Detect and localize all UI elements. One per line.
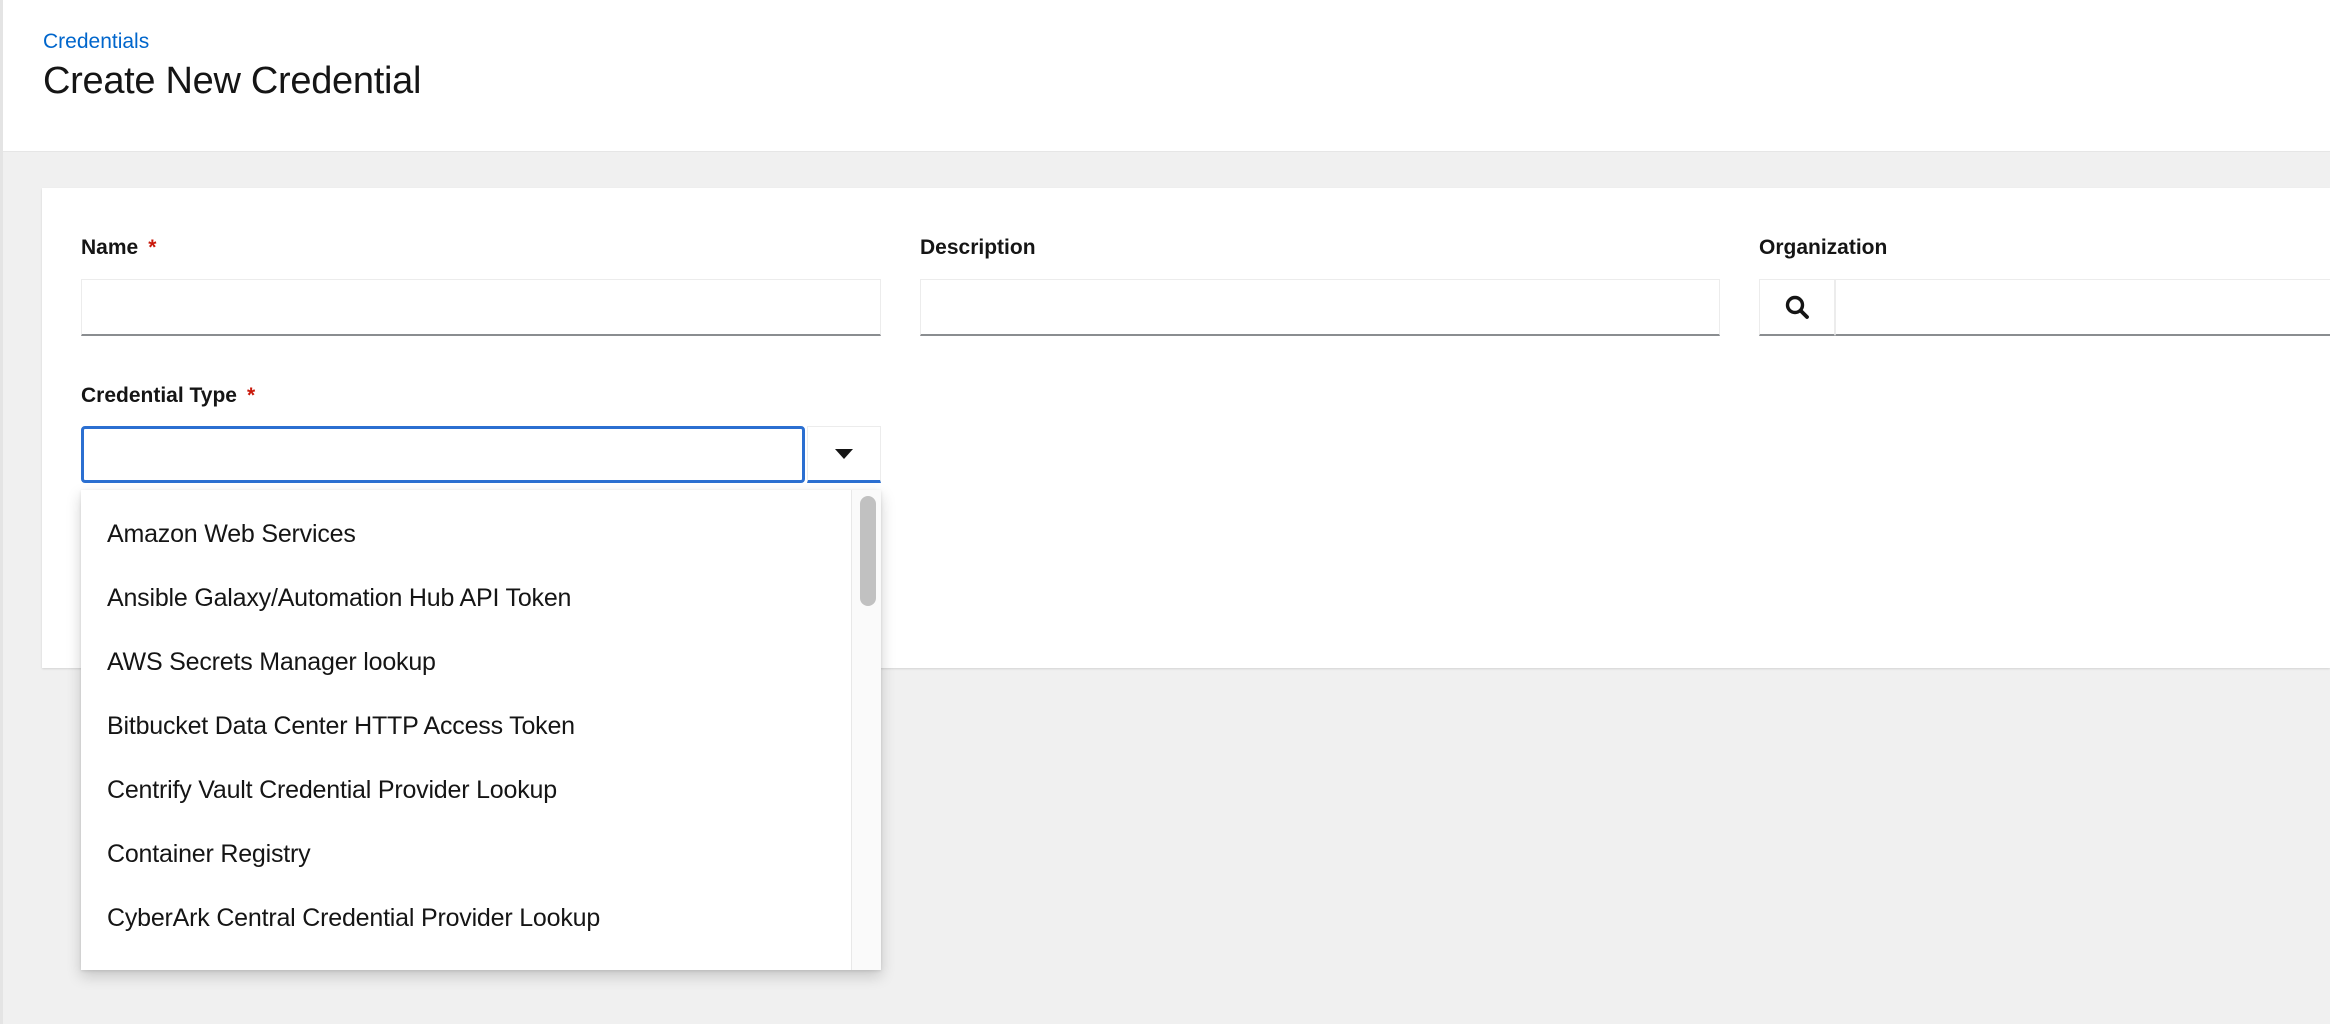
credential-type-label: Credential Type *	[81, 384, 255, 408]
required-asterisk: *	[148, 236, 157, 259]
option-amazon-web-services[interactable]: Amazon Web Services	[81, 502, 851, 566]
credential-type-toggle-button[interactable]	[807, 426, 881, 483]
option-centrify-vault[interactable]: Centrify Vault Credential Provider Looku…	[81, 758, 851, 822]
option-bitbucket-token[interactable]: Bitbucket Data Center HTTP Access Token	[81, 694, 851, 758]
credential-type-options: Amazon Web Services Ansible Galaxy/Autom…	[81, 490, 851, 950]
page-title: Create New Credential	[43, 60, 422, 102]
breadcrumb-credentials[interactable]: Credentials	[43, 30, 149, 54]
page-header: Credentials Create New Credential	[3, 0, 2330, 152]
organization-search-button[interactable]	[1759, 279, 1835, 336]
option-cyberark-central[interactable]: CyberArk Central Credential Provider Loo…	[81, 886, 851, 950]
menu-scrollbar[interactable]	[851, 490, 881, 970]
description-label: Description	[920, 236, 1036, 260]
organization-label-text: Organization	[1759, 236, 1888, 259]
name-input[interactable]	[81, 279, 881, 336]
option-aws-secrets-manager[interactable]: AWS Secrets Manager lookup	[81, 630, 851, 694]
credential-type-label-text: Credential Type	[81, 384, 237, 407]
required-asterisk: *	[246, 384, 256, 407]
credential-type-typeahead-input[interactable]	[81, 426, 805, 483]
option-container-registry[interactable]: Container Registry	[81, 822, 851, 886]
name-label-text: Name	[81, 236, 139, 259]
search-icon	[1785, 295, 1809, 319]
organization-label: Organization	[1759, 236, 1887, 260]
option-ansible-galaxy-token[interactable]: Ansible Galaxy/Automation Hub API Token	[81, 566, 851, 630]
organization-input[interactable]	[1835, 279, 2330, 336]
description-label-text: Description	[920, 236, 1036, 259]
caret-down-icon	[835, 448, 853, 459]
name-label: Name *	[81, 236, 156, 260]
description-input[interactable]	[920, 279, 1720, 336]
credential-type-dropdown-menu: Amazon Web Services Ansible Galaxy/Autom…	[81, 490, 881, 970]
menu-scrollbar-thumb[interactable]	[860, 496, 876, 606]
left-border	[0, 0, 3, 1024]
